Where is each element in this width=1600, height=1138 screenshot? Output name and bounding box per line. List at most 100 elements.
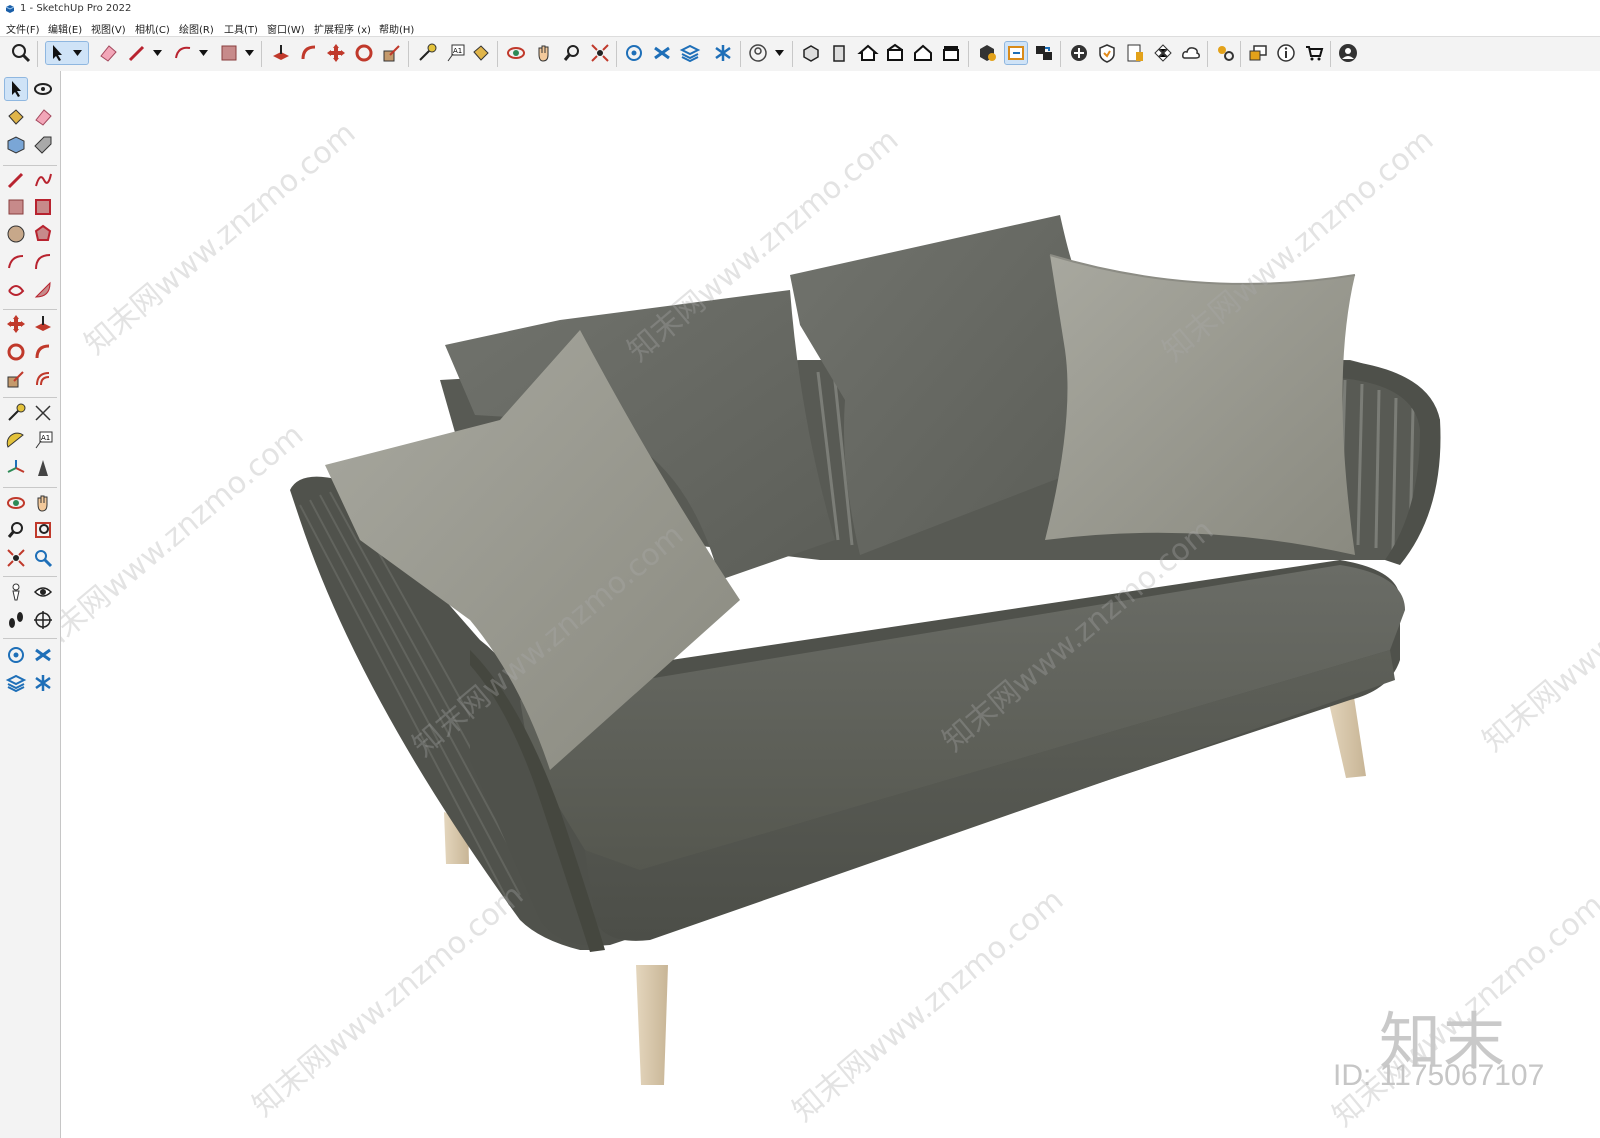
menu-camera[interactable]: 相机(C) — [135, 21, 170, 36]
add-circle-icon[interactable] — [1068, 42, 1090, 64]
chevron-down-icon[interactable] — [73, 49, 82, 57]
orbit-icon[interactable] — [5, 492, 27, 514]
pie-tool-icon[interactable] — [32, 279, 54, 301]
3d-text-icon[interactable] — [32, 457, 54, 479]
two-point-arc-icon[interactable] — [32, 251, 54, 273]
move-icon[interactable] — [325, 42, 347, 64]
look-around-icon[interactable] — [32, 581, 54, 603]
zoom-icon[interactable] — [5, 519, 27, 541]
profile-icon[interactable] — [747, 42, 769, 64]
sketchup-logo-icon — [5, 5, 15, 13]
settings-gears-icon[interactable] — [1214, 42, 1236, 64]
menu-extensions[interactable]: 扩展程序 (x) — [314, 21, 371, 36]
pan-hand-icon[interactable] — [533, 42, 555, 64]
section-plane-icon[interactable] — [32, 609, 54, 631]
text-tool-icon[interactable]: A1 — [444, 42, 466, 64]
pan-hand-icon[interactable] — [32, 492, 54, 514]
follow-me-icon[interactable] — [298, 42, 320, 64]
follow-me-icon[interactable] — [32, 341, 54, 363]
tape-measure-icon[interactable] — [5, 402, 27, 424]
rectangle-tool-icon[interactable] — [218, 42, 240, 64]
tags-icon[interactable] — [32, 644, 54, 666]
push-pull-icon[interactable] — [32, 313, 54, 335]
push-pull-icon[interactable] — [270, 42, 292, 64]
views-front-icon[interactable] — [828, 42, 850, 64]
section-plane-icon[interactable] — [1004, 41, 1028, 65]
circle-tool-icon[interactable] — [5, 223, 27, 245]
previous-view-icon[interactable] — [32, 547, 54, 569]
tape-measure-icon[interactable] — [416, 42, 438, 64]
scale-icon[interactable] — [381, 42, 403, 64]
materials-report-icon[interactable] — [1124, 42, 1146, 64]
xray-checker-icon[interactable] — [1152, 42, 1174, 64]
account-icon[interactable] — [1337, 42, 1359, 64]
zoom-extents-icon[interactable] — [589, 42, 611, 64]
orbit-icon[interactable] — [505, 42, 527, 64]
axes-icon[interactable] — [5, 457, 27, 479]
menu-view[interactable]: 视图(V) — [91, 21, 126, 36]
menu-draw[interactable]: 绘图(R) — [179, 21, 214, 36]
three-point-arc-icon[interactable] — [5, 279, 27, 301]
menu-tools[interactable]: 工具(T) — [224, 21, 258, 36]
zoom-window-icon[interactable] — [32, 519, 54, 541]
info-icon[interactable] — [1275, 42, 1297, 64]
styles-icon[interactable] — [32, 672, 54, 694]
paint-bucket-icon[interactable] — [5, 106, 27, 128]
chevron-down-icon[interactable] — [245, 49, 254, 57]
chevron-down-icon[interactable] — [199, 49, 208, 57]
move-icon[interactable] — [5, 313, 27, 335]
views-iso-icon[interactable] — [800, 42, 822, 64]
rotate-icon[interactable] — [5, 341, 27, 363]
select-tool-icon[interactable] — [4, 77, 28, 101]
styles-icon[interactable] — [712, 42, 734, 64]
eraser-icon[interactable] — [32, 106, 54, 128]
menu-edit[interactable]: 编辑(E) — [48, 21, 82, 36]
sofa-model[interactable] — [61, 71, 1600, 1138]
cart-icon[interactable] — [1303, 42, 1325, 64]
offset-icon[interactable] — [32, 368, 54, 390]
arc-tool-icon[interactable] — [172, 42, 194, 64]
component-icon[interactable] — [5, 134, 27, 156]
zoom-extents-icon[interactable] — [10, 42, 32, 64]
line-tool-icon[interactable] — [5, 169, 27, 191]
text-tool-icon[interactable]: A1 — [32, 429, 54, 451]
components-icon[interactable] — [5, 672, 27, 694]
scale-icon[interactable] — [5, 368, 27, 390]
dialog-windows-icon[interactable] — [1247, 42, 1269, 64]
cloud-upload-icon[interactable] — [1180, 42, 1202, 64]
rotated-rectangle-icon[interactable] — [32, 196, 54, 218]
protractor-icon[interactable] — [5, 429, 27, 451]
outliner-icon[interactable] — [623, 42, 645, 64]
arc-tool-icon[interactable] — [5, 251, 27, 273]
menu-help[interactable]: 帮助(H) — [379, 21, 414, 36]
components-icon[interactable] — [679, 42, 701, 64]
tag-icon[interactable] — [32, 134, 54, 156]
scenes-icon[interactable] — [1033, 42, 1055, 64]
dimension-icon[interactable] — [32, 402, 54, 424]
paint-bucket-icon[interactable] — [470, 42, 492, 64]
rectangle-tool-icon[interactable] — [5, 196, 27, 218]
chevron-down-icon[interactable] — [153, 49, 162, 57]
menu-file[interactable]: 文件(F) — [6, 21, 40, 36]
pencil-line-icon[interactable] — [126, 42, 148, 64]
views-right-icon[interactable] — [940, 42, 962, 64]
views-top-icon[interactable] — [884, 42, 906, 64]
tags-icon[interactable] — [651, 42, 673, 64]
model-viewport[interactable]: 知末网www.znzmo.com 知末网www.znzmo.com 知末网www… — [61, 71, 1600, 1138]
house-outline-icon[interactable] — [912, 42, 934, 64]
position-camera-icon[interactable] — [5, 581, 27, 603]
shield-icon[interactable] — [1096, 42, 1118, 64]
walk-footprints-icon[interactable] — [5, 609, 27, 631]
rotate-icon[interactable] — [353, 42, 375, 64]
freehand-icon[interactable] — [32, 169, 54, 191]
outliner-icon[interactable] — [5, 644, 27, 666]
orbit-icon[interactable] — [32, 78, 54, 100]
zoom-icon[interactable] — [561, 42, 583, 64]
home-icon[interactable] — [857, 42, 879, 64]
chevron-down-icon[interactable] — [775, 49, 784, 57]
menu-window[interactable]: 窗口(W) — [267, 21, 305, 36]
polygon-tool-icon[interactable] — [32, 223, 54, 245]
eraser-icon[interactable] — [97, 42, 119, 64]
warehouse-icon[interactable] — [976, 42, 998, 64]
zoom-extents-icon[interactable] — [5, 547, 27, 569]
